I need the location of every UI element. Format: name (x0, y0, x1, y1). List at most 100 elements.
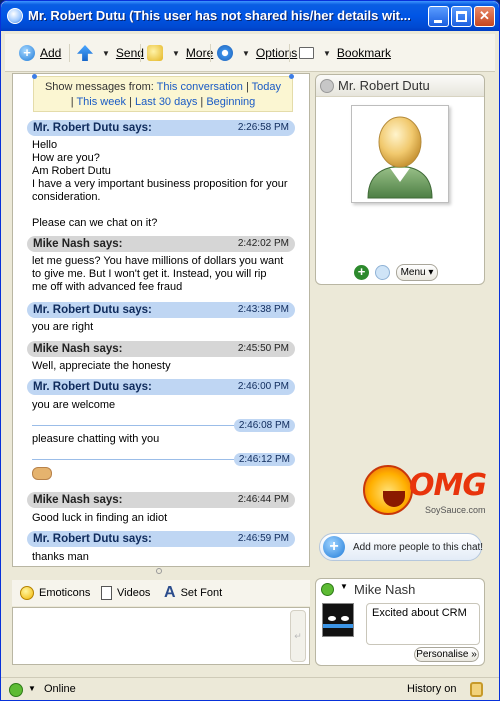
chevron-down-icon[interactable]: ▼ (172, 49, 180, 58)
message-header: Mr. Robert Dutu says: 2:46:59 PM (27, 531, 295, 547)
add-people-icon: + (323, 536, 345, 558)
lock-icon[interactable] (470, 682, 483, 697)
resize-grip[interactable] (156, 568, 162, 574)
bookmark-label: Bookmark (336, 46, 391, 60)
more-button[interactable]: ▼ More (147, 43, 213, 63)
history-this-week-link[interactable]: This week (76, 96, 126, 108)
history-today-link[interactable]: Today (252, 81, 281, 93)
add-people-button[interactable]: + Add more people to this chat! (319, 533, 484, 561)
chevron-down-icon[interactable]: ▼ (102, 49, 110, 58)
mascot-mouth (383, 491, 405, 507)
options-button[interactable]: ▼ Options (217, 43, 297, 63)
message-header: Mr. Robert Dutu says: 2:26:58 PM (27, 120, 295, 136)
title-bar[interactable]: Mr. Robert Dutu (This user has not share… (1, 1, 499, 31)
history-this-conversation-link[interactable]: This conversation (157, 81, 243, 93)
avatar-eye (341, 616, 349, 621)
contact-avatar[interactable] (351, 105, 449, 203)
messenger-icon (7, 8, 23, 24)
message-body: you are right (32, 321, 297, 334)
message-line: Hello (32, 139, 58, 151)
message-body: Well, appreciate the honesty (32, 360, 297, 373)
smiley-icon (20, 586, 34, 600)
message-sender: Mr. Robert Dutu says: (33, 304, 152, 316)
window-title: Mr. Robert Dutu (This user has not share… (28, 8, 411, 23)
add-contact-button[interactable]: + (354, 265, 369, 280)
omg-soysauce-ad[interactable]: OMG SoySauce.com (359, 465, 487, 525)
avatar-eye (328, 616, 336, 621)
contact-menu-button[interactable]: Menu ▾ (396, 264, 438, 281)
send-return-icon: ↵ (294, 631, 302, 641)
message-time: 2:45:50 PM (237, 343, 289, 354)
message-line: I have a very important business proposi… (32, 178, 288, 190)
default-user-picture-icon (367, 116, 433, 199)
message-body: Good luck in finding an idiot (32, 512, 297, 525)
online-status-icon[interactable] (321, 583, 334, 596)
message-time: 2:46:59 PM (237, 533, 289, 544)
set-font-button[interactable]: A Set Font (164, 584, 222, 601)
add-button[interactable]: + Add (19, 43, 61, 63)
my-avatar[interactable] (322, 603, 354, 637)
chevron-down-icon[interactable]: ▼ (242, 49, 250, 58)
personal-message-box[interactable]: Excited about CRM (366, 603, 480, 645)
message-line: pleasure chatting with you (32, 433, 160, 445)
font-a-icon: A (164, 584, 176, 601)
toolbar-divider (140, 44, 141, 62)
avatar-band (323, 624, 353, 628)
emoticons-label: Emoticons (39, 587, 91, 599)
toolbar-divider (210, 44, 211, 62)
send-button[interactable]: ▼ Send (77, 43, 144, 63)
my-name: Mike Nash (354, 582, 416, 597)
message-line: Please can we chat on it? (32, 217, 158, 229)
message-line: you are right (32, 321, 94, 333)
emoticons-button[interactable]: Emoticons (20, 585, 90, 601)
online-status-icon[interactable] (9, 683, 23, 697)
message-body: thanks man (32, 551, 297, 564)
message-time: 2:43:38 PM (237, 304, 289, 315)
toolbar-divider (289, 44, 290, 62)
message-line: How are you? (32, 152, 100, 164)
message-time: 2:26:58 PM (237, 122, 289, 133)
message-header: Mr. Robert Dutu says: 2:43:38 PM (27, 302, 295, 318)
chevron-down-icon[interactable]: ▼ (323, 49, 331, 58)
maximize-button[interactable] (451, 6, 472, 27)
message-line: Well, appreciate the honesty (32, 360, 171, 372)
message-input[interactable] (12, 607, 310, 665)
history-beginning-link[interactable]: Beginning (206, 96, 255, 108)
message-line: Good luck in finding an idiot (32, 512, 168, 524)
message-line: consideration. (32, 191, 101, 203)
add-people-label: Add more people to this chat! (353, 542, 484, 553)
message-header: Mr. Robert Dutu says: 2:46:00 PM (27, 379, 295, 395)
videos-label: Videos (117, 587, 151, 599)
send-message-button[interactable]: ↵ (290, 610, 306, 662)
pin-icon (289, 74, 294, 79)
continuation-divider: 2:46:08 PM (32, 419, 295, 432)
message-line: Am Robert Dutu (32, 165, 111, 177)
message-body: pleasure chatting with you (32, 433, 297, 446)
message-sender: Mr. Robert Dutu says: (33, 381, 152, 393)
message-line: me off with advanced fee fraud (32, 281, 183, 293)
bookmark-button[interactable]: ▼ Bookmark (299, 43, 391, 63)
im-conversation-window: Mr. Robert Dutu (This user has not share… (0, 0, 500, 701)
message-sender: Mike Nash says: (33, 238, 123, 250)
message-sender: Mike Nash says: (33, 343, 123, 355)
videos-button[interactable]: Videos (101, 585, 150, 601)
chevron-down-icon[interactable]: ▼ (28, 684, 36, 693)
contact-status-icon (320, 79, 334, 93)
maximize-icon (456, 11, 467, 22)
omg-mascot-icon (363, 465, 413, 515)
history-last-30-days-link[interactable]: Last 30 days (135, 96, 197, 108)
message-line: thanks man (32, 551, 89, 563)
conversation-history[interactable]: Show messages from: This conversation | … (12, 73, 310, 567)
collapse-button[interactable] (375, 265, 390, 280)
minimize-button[interactable] (428, 6, 449, 27)
presence-label[interactable]: Online (44, 683, 76, 695)
send-arrow-icon (77, 45, 93, 61)
add-contact-icon: + (19, 45, 35, 61)
message-body: Hello How are you? Am Robert Dutu I have… (32, 139, 297, 230)
message-line: to give me. But I won't get it. Instead,… (32, 268, 267, 280)
personalise-button[interactable]: Personalise » (414, 647, 479, 662)
close-button[interactable]: ✕ (474, 6, 495, 27)
chevron-down-icon[interactable]: ▼ (340, 582, 348, 591)
contact-card-header: Mr. Robert Dutu (316, 75, 484, 97)
